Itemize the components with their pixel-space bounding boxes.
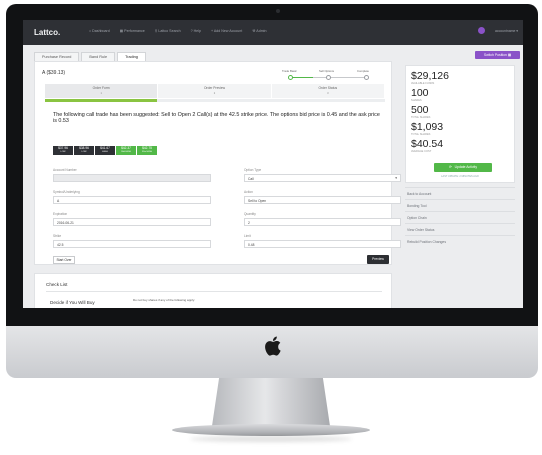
divider	[46, 291, 382, 292]
stat-value: $1,093	[411, 121, 444, 133]
sidebar-item-bonding-tool[interactable]: Bonding Tool	[405, 199, 515, 211]
nav-item-admin[interactable]: ⚒ Admin	[252, 29, 266, 33]
app-logo[interactable]: Lattco.	[34, 28, 60, 37]
camera-icon	[276, 9, 280, 13]
step-dot[interactable]	[326, 75, 331, 80]
step-order-preview[interactable]: Order Preview 2	[158, 84, 272, 98]
sidebar-links: Back to Account Bonding Tool Option Chai…	[405, 187, 515, 247]
tab-band-rule[interactable]: Band Rule	[81, 52, 116, 61]
order-progress-fill	[45, 99, 158, 102]
imac-mockup: Lattco. ⌂ Dashboard ▦ Performance ⚲ Latt…	[0, 0, 542, 455]
stat-value: 500	[411, 104, 429, 116]
quantity-label: Quantity	[244, 212, 256, 216]
strike-label: Strike	[53, 234, 62, 238]
nav-item-search[interactable]: ⚲ Lattco Search	[155, 29, 181, 33]
limit-field[interactable]: 0.48	[244, 240, 401, 248]
checklist-title: Check List	[46, 282, 68, 287]
stat-label: AVAILABLE FUNDS	[411, 82, 435, 85]
monitor-base	[172, 424, 370, 436]
position-stats: $29,126 AVAILABLE FUNDS 100 SHARES 500 T…	[405, 65, 515, 183]
chevron-down-icon: ▾	[395, 176, 397, 180]
monitor-stand	[212, 378, 330, 426]
switch-position-button[interactable]: Switch Position ▦	[475, 51, 520, 59]
tab-purchase-record[interactable]: Purchase Record	[34, 52, 80, 61]
step-order-form[interactable]: Order Form 1	[45, 84, 159, 98]
preview-button[interactable]: Preview	[367, 255, 389, 264]
expiration-field[interactable]: 2016-06-21	[53, 218, 211, 226]
step-label: Sell Options	[319, 69, 335, 73]
sidebar-item-option-chain[interactable]: Option Chain	[405, 211, 515, 223]
nav-item-help[interactable]: ? Help	[191, 29, 201, 33]
checklist-question: Decide if You Will Buy	[50, 300, 95, 305]
tab-trading[interactable]: Trading	[117, 52, 146, 61]
nav-item-add-account[interactable]: + Add New Account	[211, 29, 242, 33]
stat-label: TOTAL SHARES	[411, 133, 431, 136]
sidebar-item-back-to-account[interactable]: Back to Account	[405, 187, 515, 199]
limit-label: Limit	[244, 234, 251, 238]
account-number-field	[53, 174, 211, 182]
symbol-label: Symbol/Underlying	[53, 190, 80, 194]
price-chip: $37.96 LOW	[53, 146, 73, 155]
screen: Lattco. ⌂ Dashboard ▦ Performance ⚲ Latt…	[23, 20, 523, 308]
step-dot[interactable]	[364, 75, 369, 80]
refresh-icon: ⟳	[448, 165, 452, 169]
top-navbar: Lattco. ⌂ Dashboard ▦ Performance ⚲ Latt…	[23, 20, 523, 45]
trade-panel: A ($39.13) Trade Basic Sell Options Comp…	[34, 61, 401, 265]
user-menu[interactable]: accountname ▾	[495, 29, 518, 33]
stat-value: $40.54	[411, 138, 444, 150]
step-label: Complete	[357, 69, 369, 73]
stand-shadow	[190, 436, 352, 442]
action-label: Action	[244, 190, 253, 194]
checklist-panel: Check List Decide if You Will Buy Do not…	[34, 273, 392, 308]
price-range-chips: $37.96 LOW $38.96 LOW $41.67 HIGH $42.37 30d…	[53, 146, 157, 155]
step-dot[interactable]	[288, 75, 293, 80]
stat-label: AVERAGE COST	[411, 150, 432, 153]
nav-menu: ⌂ Dashboard ▦ Performance ⚲ Lattco Searc…	[89, 29, 266, 33]
last-update-text: LAST UPDATE: 2 MINUTES AGO	[441, 175, 479, 178]
nav-item-dashboard[interactable]: ⌂ Dashboard	[89, 29, 110, 33]
step-label: Trade Basic	[282, 69, 297, 73]
strike-field[interactable]: 42.5	[53, 240, 211, 248]
trade-stepper: Trade Basic Sell Options Complete	[275, 69, 379, 83]
option-type-label: Option Type	[244, 168, 262, 172]
account-number-label: Account Number	[53, 168, 77, 172]
page-tabs: Purchase Record Band Rule Trading	[34, 52, 148, 61]
notification-icon[interactable]	[478, 27, 485, 34]
start-over-button[interactable]: Start Over	[53, 256, 75, 264]
price-chip: $42.37 30d HIGH	[116, 146, 136, 155]
symbol-field[interactable]: A	[53, 196, 211, 204]
step-order-status[interactable]: Order Status 3	[271, 84, 385, 98]
sidebar-item-view-order-status[interactable]: View Order Status	[405, 223, 515, 235]
expiration-label: Expiration	[53, 212, 68, 216]
apple-logo-icon	[265, 336, 281, 356]
option-type-select[interactable]: Call ▾	[244, 174, 401, 182]
stat-value: $29,126	[411, 70, 449, 82]
trade-title: A ($39.13)	[42, 70, 66, 76]
price-chip: $41.67 HIGH	[95, 146, 115, 155]
order-progress-bar	[45, 99, 385, 102]
stat-label: SHARES	[411, 99, 422, 102]
checklist-note: Do not buy shares if any of the followin…	[133, 298, 196, 302]
update-activity-button[interactable]: ⟳ Update Activity	[434, 163, 492, 172]
order-steps: Order Form 1 Order Preview 2 Order Statu…	[45, 84, 385, 98]
price-chip: $38.96 LOW	[74, 146, 94, 155]
trade-suggestion: The following call trade has been sugges…	[53, 112, 380, 124]
nav-item-performance[interactable]: ▦ Performance	[120, 29, 145, 33]
action-field[interactable]: Sell to Open	[244, 196, 401, 204]
sidebar-item-rebuild-position[interactable]: Rebuild Position Changes	[405, 235, 515, 247]
stat-label: TOTAL SHARES	[411, 116, 431, 119]
stat-value: 100	[411, 87, 429, 99]
quantity-field[interactable]: 2	[244, 218, 401, 226]
price-chip: $42.75 52w HIGH	[137, 146, 157, 155]
stepper-progress	[290, 77, 313, 78]
